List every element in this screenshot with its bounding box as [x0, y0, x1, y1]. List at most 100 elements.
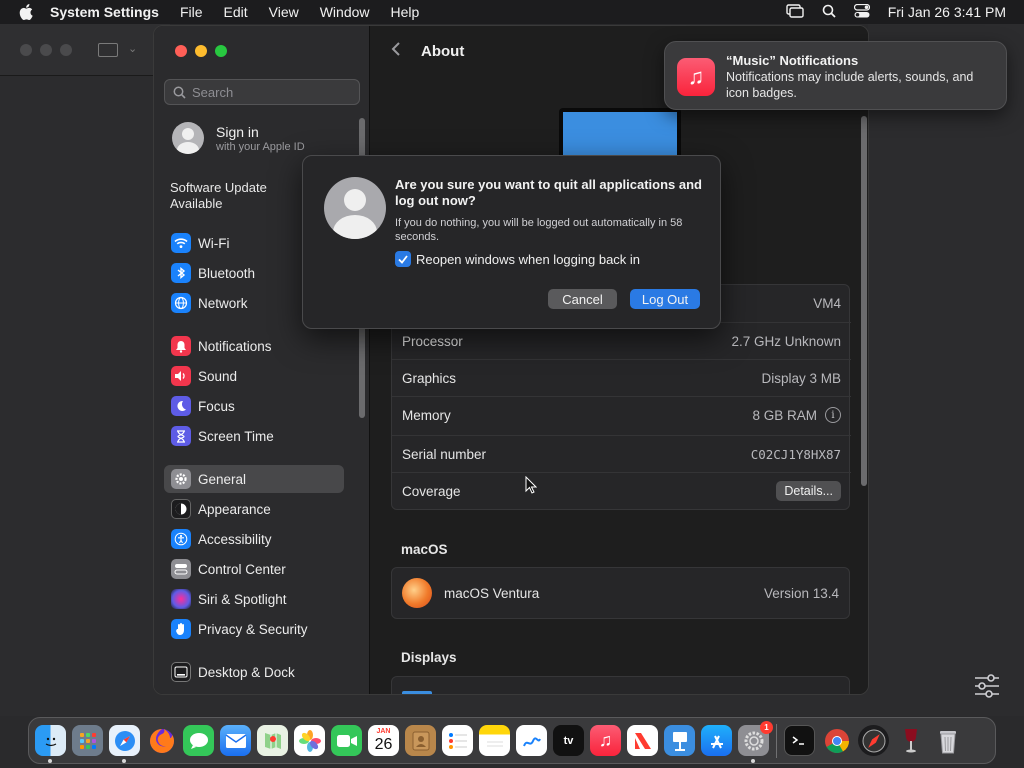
- sidebar-item-control-center[interactable]: Control Center: [164, 555, 344, 583]
- terminal-icon[interactable]: [784, 725, 815, 756]
- software-update-available[interactable]: Software Update Available: [170, 180, 290, 212]
- launchpad-icon[interactable]: [72, 725, 103, 756]
- info-label: Processor: [402, 333, 463, 349]
- minimize-window-button[interactable]: [195, 45, 207, 57]
- app-name-menu[interactable]: System Settings: [50, 4, 159, 20]
- apple-id-signin[interactable]: Sign in with your Apple ID: [172, 122, 305, 154]
- zoom-window-button[interactable]: [215, 45, 227, 57]
- info-icon[interactable]: i: [825, 407, 841, 423]
- cancel-button[interactable]: Cancel: [548, 289, 617, 309]
- menubar-clock[interactable]: Fri Jan 26 3:41 PM: [888, 4, 1006, 20]
- notification-title: “Music” Notifications: [726, 53, 859, 68]
- notes-icon[interactable]: [479, 725, 510, 756]
- info-value: 8 GB RAM: [752, 407, 817, 423]
- info-value: Display 3 MB: [761, 370, 841, 386]
- sidebar-item-sound[interactable]: Sound: [164, 362, 344, 390]
- reminders-icon[interactable]: [442, 725, 473, 756]
- wine-icon[interactable]: [895, 725, 926, 756]
- sidebar-item-label: Network: [198, 295, 248, 311]
- close-window-button[interactable]: [175, 45, 187, 57]
- control-center-icon[interactable]: [853, 3, 870, 21]
- displays-section-title: Displays: [401, 650, 457, 665]
- spotlight-search-icon[interactable]: [822, 4, 836, 21]
- running-indicator: [751, 759, 755, 763]
- sidebar-item-label: Wi-Fi: [198, 235, 230, 251]
- info-label: Serial number: [402, 446, 487, 462]
- sidebar-item-label: Siri & Spotlight: [198, 591, 287, 607]
- main-scrollbar[interactable]: [861, 116, 867, 486]
- bluetooth-icon: [171, 263, 191, 283]
- notification-banner[interactable]: ♫ “Music” Notifications Notifications ma…: [664, 41, 1007, 110]
- display-thumbnail-icon: [402, 691, 432, 694]
- sidebar-item-general[interactable]: General: [164, 465, 344, 493]
- sliders-icon[interactable]: [973, 673, 1001, 699]
- screen-mirroring-icon[interactable]: [786, 3, 804, 21]
- bell-icon: [171, 336, 191, 356]
- app-store-icon[interactable]: [701, 725, 732, 756]
- calendar-month: JAN: [376, 728, 391, 735]
- search-input[interactable]: [192, 84, 352, 100]
- about-pane: About VM4 Processor 2.7 GHz Unknown Grap…: [371, 26, 868, 694]
- sidebar-item-notifications[interactable]: Notifications: [164, 332, 344, 360]
- gear-icon: [171, 469, 191, 489]
- dock-icon: [171, 662, 191, 682]
- keynote-icon[interactable]: [664, 725, 695, 756]
- hand-icon: [171, 619, 191, 639]
- chrome-icon[interactable]: [821, 725, 852, 756]
- sidebar-item-privacy-security[interactable]: Privacy & Security: [164, 615, 344, 643]
- trash-icon[interactable]: [932, 725, 963, 756]
- globe-icon: [171, 293, 191, 313]
- maps-icon[interactable]: [257, 725, 288, 756]
- messages-icon[interactable]: [183, 725, 214, 756]
- search-icon: [173, 86, 186, 99]
- system-settings-icon[interactable]: 1: [738, 721, 773, 763]
- coverage-details-button[interactable]: Details...: [776, 481, 841, 501]
- music-icon[interactable]: ♫: [590, 725, 621, 756]
- menu-view[interactable]: View: [269, 4, 299, 20]
- reopen-windows-checkbox[interactable]: [395, 251, 411, 267]
- finder-icon[interactable]: [35, 725, 66, 763]
- dock: JAN 26 tv ♫ 1: [28, 717, 996, 764]
- reopen-windows-checkbox-row[interactable]: Reopen windows when logging back in: [395, 251, 640, 267]
- menu-window[interactable]: Window: [320, 4, 370, 20]
- apple-menu-icon[interactable]: [16, 2, 36, 22]
- sidebar-item-appearance[interactable]: Appearance: [164, 495, 344, 523]
- sidebar-item-desktop-dock[interactable]: Desktop & Dock: [164, 658, 344, 686]
- freeform-icon[interactable]: [516, 725, 547, 756]
- menu-help[interactable]: Help: [391, 4, 420, 20]
- compass-app-icon[interactable]: [858, 725, 889, 756]
- calendar-icon[interactable]: JAN 26: [368, 725, 399, 756]
- music-note-icon: ♫: [598, 730, 613, 750]
- sidebar-item-accessibility[interactable]: Accessibility: [164, 525, 344, 553]
- mail-icon[interactable]: [220, 725, 251, 756]
- background-window-controls: [20, 44, 72, 56]
- info-row-graphics: Graphics Display 3 MB: [392, 359, 851, 396]
- apple-tv-icon[interactable]: tv: [553, 725, 584, 756]
- sidebar-item-label: Appearance: [198, 501, 271, 517]
- back-chevron-icon[interactable]: [391, 41, 401, 62]
- contacts-icon[interactable]: [405, 725, 436, 756]
- sidebar-item-siri-spotlight[interactable]: Siri & Spotlight: [164, 585, 344, 613]
- log-out-button[interactable]: Log Out: [630, 289, 700, 309]
- sidebar-item-label: Accessibility: [198, 531, 272, 547]
- sidebar-toggle-icon: [98, 43, 118, 57]
- macos-ventura-icon: [402, 578, 432, 608]
- sidebar-item-label: Notifications: [198, 338, 272, 354]
- sidebar-item-focus[interactable]: Focus: [164, 392, 344, 420]
- search-field[interactable]: [164, 79, 360, 105]
- firefox-icon[interactable]: [146, 725, 177, 756]
- news-icon[interactable]: [627, 725, 658, 756]
- facetime-icon[interactable]: [331, 725, 362, 756]
- sidebar-item-screen-time[interactable]: Screen Time: [164, 422, 344, 450]
- menu-edit[interactable]: Edit: [224, 4, 248, 20]
- info-value-memory: 8 GB RAM i: [752, 407, 841, 423]
- running-indicator: [48, 759, 52, 763]
- menu-file[interactable]: File: [180, 4, 203, 20]
- dialog-title: Are you sure you want to quit all applic…: [395, 177, 702, 208]
- logout-confirmation-dialog: Are you sure you want to quit all applic…: [302, 155, 721, 329]
- hourglass-icon: [171, 426, 191, 446]
- safari-icon[interactable]: [109, 725, 140, 763]
- info-value: 2.7 GHz Unknown: [731, 333, 841, 349]
- photos-icon[interactable]: [294, 725, 325, 756]
- sidebar-item-label: General: [198, 471, 247, 487]
